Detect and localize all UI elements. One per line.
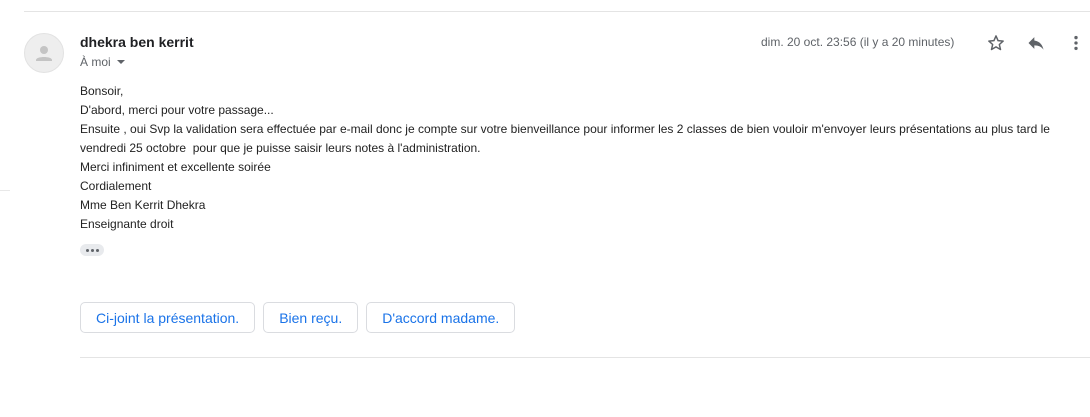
person-icon [36,46,52,61]
more-options-button[interactable] [1064,31,1088,55]
show-trimmed-content-button[interactable] [80,244,104,256]
smart-reply-button[interactable]: D'accord madame. [366,302,516,333]
star-icon [988,35,1004,51]
side-divider [0,190,10,191]
body-line: Merci infiniment et excellente soirée [80,160,271,174]
star-button[interactable] [984,31,1008,55]
message-body: Bonsoir, D'abord, merci pour votre passa… [80,82,1080,234]
body-line: Ensuite , oui Svp la validation sera eff… [80,122,1054,155]
more-vert-icon [1074,35,1078,51]
chevron-down-icon [116,59,125,64]
body-line: Bonsoir, [80,84,124,98]
body-line: D'abord, merci pour votre passage... [80,103,274,117]
sender-name[interactable]: dhekra ben kerrit [80,34,194,50]
message-timestamp: dim. 20 oct. 23:56 (il y a 20 minutes) [761,35,955,49]
body-line: Enseignante droit [80,217,174,231]
body-line: Mme Ben Kerrit Dhekra [80,198,206,212]
smart-replies: Ci-joint la présentation. Bien reçu. D'a… [80,302,516,333]
ellipsis-dot [95,248,99,252]
email-message-view: dhekra ben kerrit À moi dim. 20 oct. 23:… [0,0,1090,417]
recipient-label: À moi [80,55,111,69]
body-line: Cordialement [80,179,152,193]
ellipsis-dot [90,248,94,252]
ellipsis-icon [85,248,89,252]
bottom-divider [80,357,1090,358]
recipient-details-toggle[interactable]: À moi [80,55,125,69]
smart-reply-button[interactable]: Bien reçu. [263,302,359,333]
reply-button[interactable] [1024,31,1048,55]
reply-icon [1028,37,1044,50]
smart-reply-button[interactable]: Ci-joint la présentation. [80,302,256,333]
top-divider [24,11,1090,12]
sender-avatar[interactable] [24,33,64,73]
